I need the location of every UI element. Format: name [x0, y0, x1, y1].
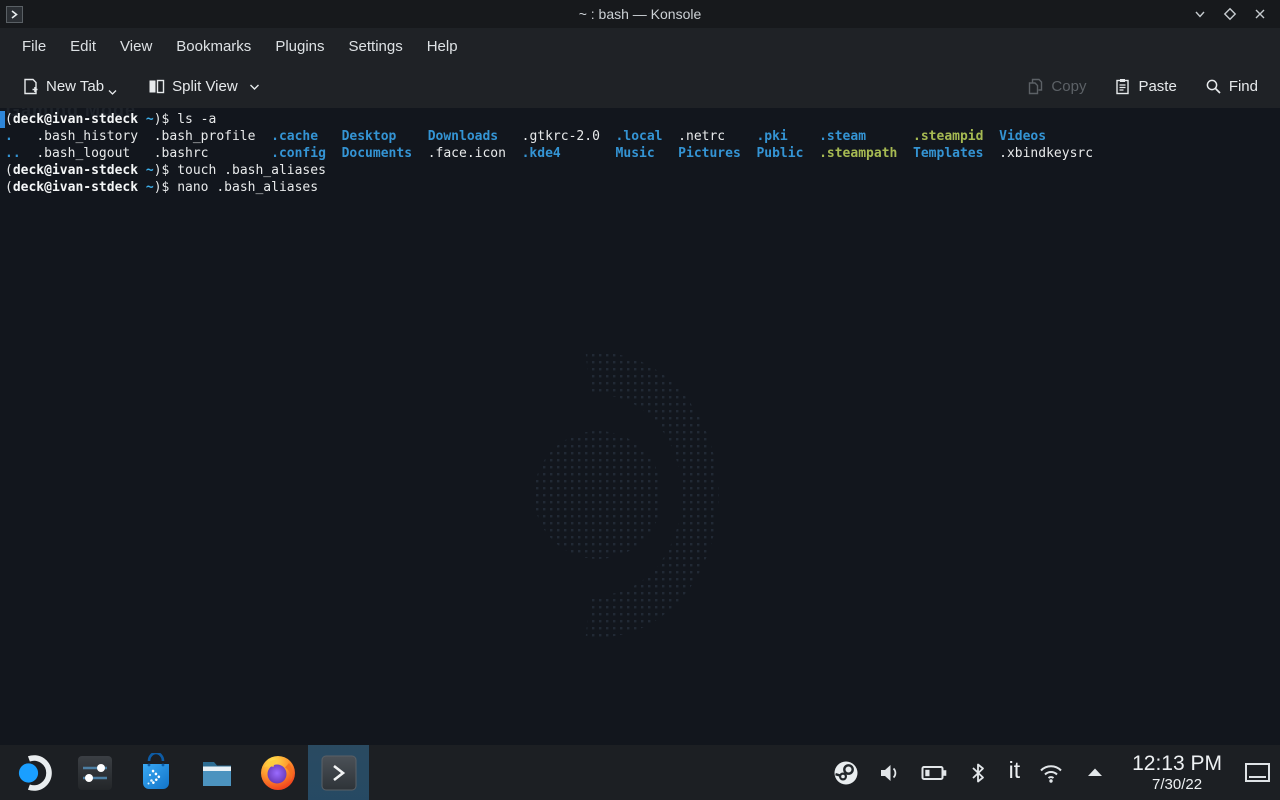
- menu-settings[interactable]: Settings: [337, 33, 415, 60]
- steam-deck-return-button[interactable]: [3, 745, 64, 800]
- folder-icon: [202, 761, 231, 786]
- firefox-icon: [260, 755, 295, 790]
- digital-clock[interactable]: 12:13 PM 7/30/22: [1120, 753, 1234, 792]
- konsole-icon: [321, 755, 356, 790]
- expand-tray-icon[interactable]: [1076, 754, 1114, 792]
- battery-icon[interactable]: [915, 754, 953, 792]
- steam-deck-logo-watermark: [534, 353, 719, 637]
- window-title: ~ : bash — Konsole: [578, 6, 702, 22]
- konsole-window-icon: [6, 5, 23, 23]
- minimize-icon[interactable]: [1192, 6, 1208, 22]
- clock-date: 7/30/22: [1152, 776, 1203, 793]
- window-controls: [1192, 6, 1280, 22]
- new-tab-button[interactable]: New Tab: [14, 72, 128, 101]
- wifi-icon[interactable]: [1032, 754, 1070, 792]
- menu-help[interactable]: Help: [415, 33, 470, 60]
- find-label: Find: [1228, 78, 1258, 95]
- steam-deck-logo-icon: [18, 754, 52, 791]
- show-desktop-button[interactable]: [1240, 745, 1274, 800]
- terminal-line: (deck@ivan-stdeck ~)$ nano .bash_aliases: [5, 180, 319, 195]
- find-button[interactable]: Find: [1197, 72, 1266, 101]
- menu-bar: File Edit View Bookmarks Plugins Settings Help: [0, 28, 1280, 65]
- menu-bookmarks[interactable]: Bookmarks: [164, 33, 263, 60]
- copy-icon: [1029, 78, 1043, 95]
- menu-file[interactable]: File: [10, 33, 58, 60]
- konsole-task-button[interactable]: [308, 745, 369, 800]
- terminal-activity-marker: [0, 111, 5, 128]
- clock-time: 12:13 PM: [1132, 752, 1222, 775]
- copy-button[interactable]: Copy: [1019, 72, 1094, 101]
- toolbar: New Tab Split View Copy Paste Find: [0, 65, 1280, 108]
- split-view-label: Split View: [172, 78, 238, 95]
- split-view-icon: [149, 79, 165, 94]
- terminal-line: (deck@ivan-stdeck ~)$ touch .bash_aliase…: [5, 163, 326, 178]
- new-tab-caret-icon: [108, 83, 117, 100]
- taskbar-launchers: [0, 745, 369, 800]
- terminal-line: . .bash_history .bash_profile .cache Des…: [5, 129, 1047, 144]
- menu-edit[interactable]: Edit: [58, 33, 108, 60]
- taskbar: it 12:13 PM 7/30/22: [0, 745, 1280, 800]
- split-view-button[interactable]: Split View: [140, 72, 268, 101]
- paste-label: Paste: [1138, 78, 1177, 95]
- copy-label: Copy: [1051, 78, 1087, 95]
- new-tab-label: New Tab: [46, 78, 105, 95]
- terminal-line: (deck@ivan-stdeck ~)$ ls -a: [5, 112, 217, 127]
- show-desktop-icon: [1244, 763, 1270, 782]
- close-icon[interactable]: [1252, 6, 1268, 22]
- title-bar[interactable]: ~ : bash — Konsole: [0, 0, 1280, 28]
- terminal-output: (deck@ivan-stdeck ~)$ ls -a . .bash_histo…: [5, 111, 1093, 196]
- discover-bag-icon: [142, 752, 169, 789]
- steam-tray-icon[interactable]: [827, 754, 865, 792]
- konsole-window: ~ : bash — Konsole File Edit View Bookmarks…: [0, 0, 1280, 745]
- bluetooth-icon[interactable]: [959, 754, 997, 792]
- split-view-chevron-icon: [249, 84, 259, 90]
- dolphin-button[interactable]: [186, 745, 247, 800]
- maximize-icon[interactable]: [1222, 6, 1238, 22]
- keyboard-layout-indicator[interactable]: it: [1003, 757, 1027, 788]
- menu-plugins[interactable]: Plugins: [263, 33, 336, 60]
- terminal-view[interactable]: Gaming Mode (deck@ivan-stdeck ~)$ ls -a.…: [0, 108, 1280, 745]
- menu-view[interactable]: View: [108, 33, 164, 60]
- discover-button[interactable]: [125, 745, 186, 800]
- paste-button[interactable]: Paste: [1106, 72, 1184, 101]
- paste-icon: [1116, 79, 1130, 95]
- find-icon: [1206, 79, 1221, 94]
- system-tray: it 12:13 PM 7/30/22: [827, 745, 1280, 800]
- firefox-button[interactable]: [247, 745, 308, 800]
- quick-settings-button[interactable]: [64, 745, 125, 800]
- terminal-line: .. .bash_logout .bashrc .config Document…: [5, 146, 1094, 161]
- new-tab-icon: [24, 78, 38, 95]
- sliders-icon: [77, 755, 112, 790]
- volume-icon[interactable]: [871, 754, 909, 792]
